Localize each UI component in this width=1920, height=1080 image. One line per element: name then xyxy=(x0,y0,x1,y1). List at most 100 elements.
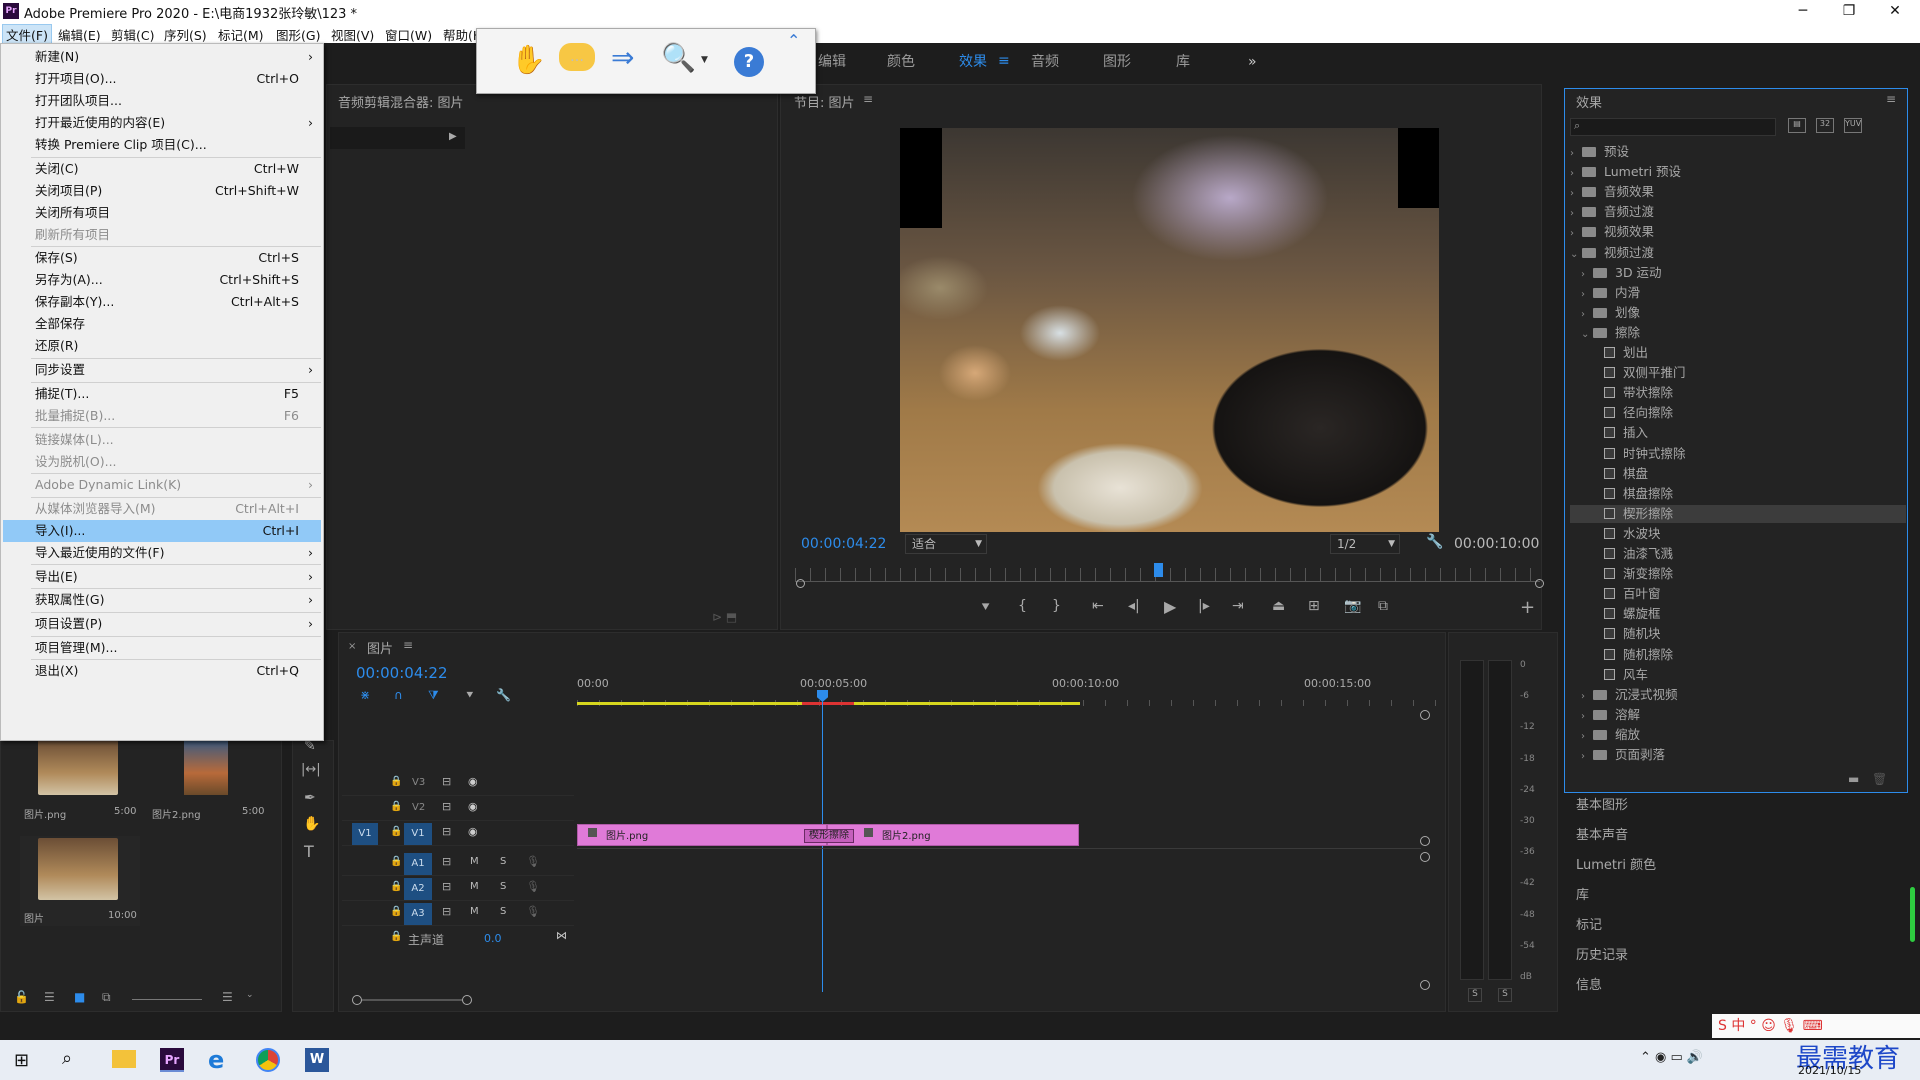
effect-item[interactable]: 水波块 xyxy=(1592,525,1906,543)
step-forward-icon[interactable]: |▸ xyxy=(1198,598,1210,614)
eye-icon[interactable]: ◉ xyxy=(468,800,478,813)
scroll-handle-right[interactable] xyxy=(462,995,472,1005)
file-menu-item[interactable]: 另存为(A)... Ctrl+Shift+S xyxy=(3,269,321,291)
effect-folder[interactable]: › 音频过渡 xyxy=(1570,203,1906,221)
menu-marker[interactable]: 标记(M) xyxy=(218,25,264,44)
slip-tool-icon[interactable]: |↔| xyxy=(301,762,321,777)
add-icon[interactable]: + xyxy=(1520,597,1535,618)
new-bin-icon[interactable]: ▬ xyxy=(1848,772,1859,786)
chevron-right-icon[interactable]: › xyxy=(1570,185,1582,203)
menu-window[interactable]: 窗口(W) xyxy=(385,25,432,44)
panel-lumetri-color[interactable]: Lumetri 颜色 xyxy=(1576,853,1656,879)
track-label[interactable]: A1 xyxy=(404,853,432,875)
icon-view-icon[interactable]: ■ xyxy=(74,990,85,1004)
windows-icon[interactable]: ⊞ xyxy=(14,1050,29,1071)
effect-item[interactable]: 双侧平推门 xyxy=(1592,364,1906,382)
file-menu-item[interactable]: 保存副本(Y)... Ctrl+Alt+S xyxy=(3,291,321,313)
chevron-right-icon[interactable]: › xyxy=(1581,728,1593,746)
step-back-icon[interactable]: ◂| xyxy=(1128,598,1140,614)
in-point-icon[interactable]: { xyxy=(1018,598,1027,614)
list-view-icon[interactable]: ☰ xyxy=(44,990,55,1004)
effect-item[interactable]: 棋盘 xyxy=(1592,465,1906,483)
chevron-right-icon[interactable]: › xyxy=(1581,306,1593,324)
sync-icon[interactable]: ⊟ xyxy=(442,880,451,893)
file-menu-item[interactable]: 新建(N) › xyxy=(3,46,321,68)
menu-file[interactable]: 文件(F) xyxy=(2,24,52,45)
monitor-time-ruler[interactable] xyxy=(795,568,1540,582)
effect-item[interactable]: 带状擦除 xyxy=(1592,384,1906,402)
project-item-3[interactable]: 图片 10:00 xyxy=(20,836,140,926)
lock-icon[interactable]: 🔒 xyxy=(390,906,402,917)
mic-icon[interactable]: 🎙 xyxy=(526,880,540,893)
lock-icon[interactable]: 🔓 xyxy=(14,990,29,1004)
edge-icon[interactable]: e xyxy=(208,1046,224,1074)
lock-icon[interactable]: 🔒 xyxy=(390,881,402,892)
export-icon[interactable]: ⇒ xyxy=(611,41,634,74)
more-workspaces-icon[interactable]: » xyxy=(1248,43,1257,81)
mute-icon[interactable]: M xyxy=(470,881,479,892)
effect-folder[interactable]: › 溶解 xyxy=(1581,706,1906,724)
menu-sequence[interactable]: 序列(S) xyxy=(164,25,207,44)
playhead-timecode[interactable]: 00:00:04:22 xyxy=(801,536,886,552)
file-menu-item[interactable]: 导入(I)... Ctrl+I xyxy=(3,519,321,542)
effect-folder[interactable]: › 沉浸式视频 xyxy=(1581,686,1906,704)
timeline-menu-icon[interactable]: ≡ xyxy=(403,638,413,652)
linked-selection-icon[interactable]: ∩ xyxy=(394,688,403,702)
compare-icon[interactable]: ⧉ xyxy=(1378,598,1388,614)
effect-item[interactable]: 时钟式擦除 xyxy=(1592,445,1906,463)
mute-icon[interactable]: M xyxy=(470,906,479,917)
file-menu-item[interactable]: 全部保存 xyxy=(3,313,321,335)
tray-icons[interactable]: ⌃ ◉ ▭ 🔊 xyxy=(1640,1050,1703,1065)
menu-view[interactable]: 视图(V) xyxy=(331,25,374,44)
effect-item[interactable]: 径向擦除 xyxy=(1592,404,1906,422)
workspace-tab-audio[interactable]: 音频 xyxy=(1031,43,1059,81)
chevron-right-icon[interactable]: › xyxy=(1581,688,1593,706)
effect-folder[interactable]: ⌄ 视频过渡 xyxy=(1570,244,1906,262)
go-to-out-icon[interactable]: ⇥ xyxy=(1232,598,1244,614)
file-menu-item[interactable]: 打开项目(O)... Ctrl+O xyxy=(3,68,321,90)
solo-icon[interactable]: S xyxy=(500,906,506,917)
solo-icon[interactable]: S xyxy=(500,856,506,867)
collapse-icon[interactable]: ⌃ xyxy=(787,31,800,50)
effect-folder[interactable]: › 内滑 xyxy=(1581,284,1906,302)
effect-folder[interactable]: › 音频效果 xyxy=(1570,183,1906,201)
chrome-icon[interactable] xyxy=(256,1048,280,1072)
panel-menu-icon[interactable]: ≡ xyxy=(863,92,873,106)
effect-folder[interactable]: › 视频效果 xyxy=(1570,223,1906,241)
chevron-right-icon[interactable]: › xyxy=(1570,145,1582,163)
type-tool-icon[interactable]: T xyxy=(304,842,314,861)
effect-folder[interactable]: › 划像 xyxy=(1581,304,1906,322)
hand-icon[interactable]: ✋ xyxy=(511,43,546,76)
add-marker-icon[interactable]: ⧩ xyxy=(428,688,439,703)
effects-panel-menu-icon[interactable]: ≡ xyxy=(1886,92,1896,106)
chevron-down-icon[interactable]: ⌄ xyxy=(246,990,254,1000)
chevron-down-icon[interactable]: ⌄ xyxy=(1581,326,1593,344)
effect-folder[interactable]: › 页面剥落 xyxy=(1581,746,1906,764)
workspace-tab-color[interactable]: 颜色 xyxy=(887,43,915,81)
scroll-handle-left[interactable] xyxy=(352,995,362,1005)
solo-left-button[interactable]: S xyxy=(1468,988,1482,1002)
vertical-scroll-handle-mid2[interactable] xyxy=(1420,852,1430,862)
sync-icon[interactable]: ⊟ xyxy=(442,800,451,813)
clip-image-1[interactable]: 图片.png xyxy=(577,824,827,846)
track-label[interactable]: A2 xyxy=(404,878,432,900)
zoom-icon[interactable]: 🔍 xyxy=(661,41,696,74)
effect-item[interactable]: 随机块 xyxy=(1592,625,1906,643)
ime-toolbar[interactable]: S 中 ° ☺ 🎙 ⌨ xyxy=(1712,1014,1920,1038)
mixer-footer-icons[interactable]: ⊳ ⬒ xyxy=(712,610,737,624)
fit-dropdown[interactable]: 适合 ▼ xyxy=(905,534,987,554)
file-menu-item[interactable]: 关闭(C) Ctrl+W xyxy=(3,158,321,180)
solo-icon[interactable]: S xyxy=(500,881,506,892)
file-menu-item[interactable]: 还原(R) xyxy=(3,335,321,357)
chevron-right-icon[interactable]: › xyxy=(1570,205,1582,223)
close-icon[interactable]: ✕ xyxy=(1872,0,1918,22)
file-menu-item[interactable]: 打开团队项目... xyxy=(3,90,321,112)
chevron-down-icon[interactable]: ⌄ xyxy=(1570,246,1582,264)
premiere-icon[interactable]: Pr xyxy=(160,1048,184,1072)
file-menu-item[interactable]: 导入最近使用的文件(F) › xyxy=(3,542,321,564)
master-collapse-icon[interactable]: ⋈ xyxy=(556,929,567,942)
effect-item[interactable]: 螺旋框 xyxy=(1592,605,1906,623)
workspace-tab-graphics[interactable]: 图形 xyxy=(1103,43,1131,81)
workspace-tab-libraries[interactable]: 库 xyxy=(1176,43,1190,81)
sort-icon[interactable]: ☰ xyxy=(222,990,233,1004)
